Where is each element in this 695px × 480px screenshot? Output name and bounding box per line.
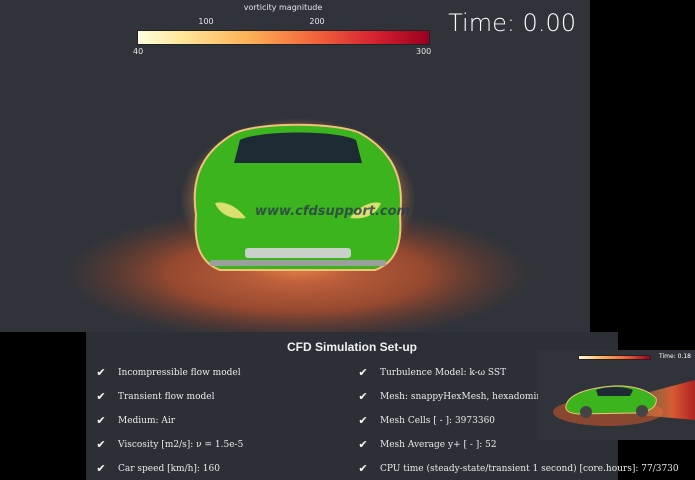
setup-item-label: CPU time (steady-state/transient 1 secon… (380, 463, 679, 474)
setup-item: ✔ Medium: Air (94, 414, 175, 427)
check-icon: ✔ (96, 366, 106, 379)
setup-item-label: Turbulence Model: k-ω SST (380, 367, 507, 378)
setup-item: ✔ CPU time (steady-state/transient 1 seco… (356, 462, 679, 475)
setup-item: ✔ Mesh: snappyHexMesh, hexadominant (356, 390, 557, 403)
check-icon: ✔ (358, 414, 368, 427)
setup-item-label: Transient flow model (118, 391, 215, 402)
grille (245, 248, 351, 258)
setup-item-label: Car speed [km/h]: 160 (118, 463, 220, 474)
check-icon: ✔ (96, 438, 106, 451)
simulation-viewport: vorticity magnitude 100 200 40 300 Time:… (0, 0, 590, 332)
check-icon: ✔ (358, 462, 368, 475)
setup-item: ✔ Mesh Average y+ [ - ]: 52 (356, 438, 497, 451)
front-splitter (210, 260, 386, 266)
setup-item: ✔ Mesh Cells [ - ]: 3973360 (356, 414, 495, 427)
setup-item-label: Viscosity [m2/s]: ν = 1.5e-5 (118, 439, 244, 450)
setup-item-label: Incompressible flow model (118, 367, 241, 378)
check-icon: ✔ (358, 438, 368, 451)
thumbnail-car (553, 380, 695, 426)
setup-item: ✔ Car speed [km/h]: 160 (94, 462, 220, 475)
setup-item-label: Mesh Average y+ [ - ]: 52 (380, 439, 497, 450)
setup-item: ✔ Viscosity [m2/s]: ν = 1.5e-5 (94, 438, 243, 451)
car-render: www.cfdsupport.com (63, 118, 533, 332)
setup-item-label: Mesh Cells [ - ]: 3973360 (380, 415, 496, 426)
check-icon: ✔ (358, 366, 368, 379)
thumbnail-render: Time: 0.18 (538, 350, 695, 440)
setup-item: ✔ Transient flow model (94, 390, 214, 403)
watermark: www.cfdsupport.com (255, 204, 410, 219)
check-icon: ✔ (358, 390, 368, 403)
setup-item: ✔ Turbulence Model: k-ω SST (356, 366, 506, 379)
windshield (234, 132, 362, 163)
check-icon: ✔ (96, 462, 106, 475)
setup-item-label: Mesh: snappyHexMesh, hexadominant (380, 391, 557, 402)
check-icon: ✔ (96, 414, 106, 427)
setup-item: ✔ Incompressible flow model (94, 366, 241, 379)
check-icon: ✔ (96, 390, 106, 403)
setup-item-label: Medium: Air (118, 415, 176, 426)
